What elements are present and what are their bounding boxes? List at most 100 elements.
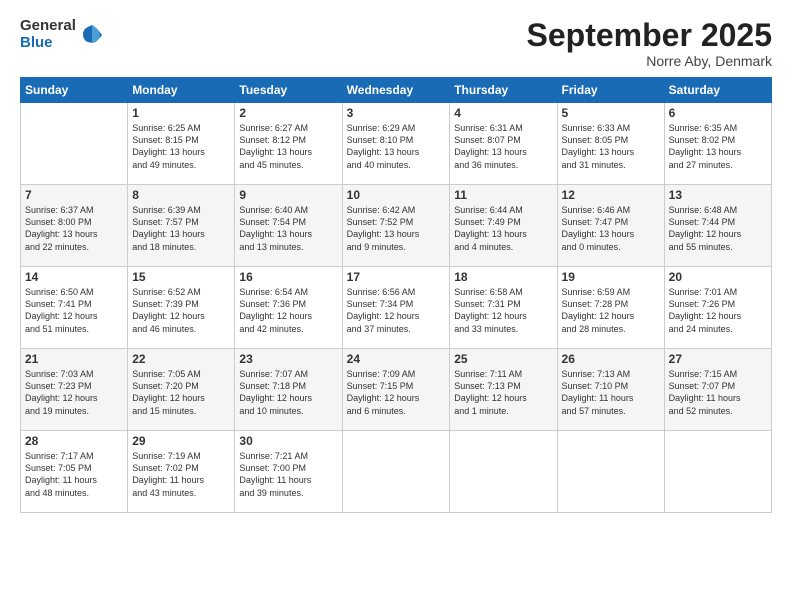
- header-saturday: Saturday: [664, 78, 771, 103]
- table-row: [664, 431, 771, 513]
- calendar-week-row: 21 Sunrise: 7:03 AM Sunset: 7:23 PM Dayli…: [21, 349, 772, 431]
- day-info: Sunrise: 7:21 AM Sunset: 7:00 PM Dayligh…: [239, 450, 337, 499]
- title-block: September 2025 Norre Aby, Denmark: [527, 18, 772, 69]
- day-number: 24: [347, 352, 446, 366]
- day-info: Sunrise: 6:58 AM Sunset: 7:31 PM Dayligh…: [454, 286, 552, 335]
- day-info: Sunrise: 6:54 AM Sunset: 7:36 PM Dayligh…: [239, 286, 337, 335]
- day-number: 15: [132, 270, 230, 284]
- day-info: Sunrise: 7:11 AM Sunset: 7:13 PM Dayligh…: [454, 368, 552, 417]
- location: Norre Aby, Denmark: [527, 53, 772, 69]
- day-number: 6: [669, 106, 767, 120]
- day-info: Sunrise: 6:33 AM Sunset: 8:05 PM Dayligh…: [562, 122, 660, 171]
- day-number: 3: [347, 106, 446, 120]
- table-row: 17 Sunrise: 6:56 AM Sunset: 7:34 PM Dayli…: [342, 267, 450, 349]
- day-number: 12: [562, 188, 660, 202]
- day-number: 11: [454, 188, 552, 202]
- day-number: 20: [669, 270, 767, 284]
- day-number: 7: [25, 188, 123, 202]
- table-row: 8Sunrise: 6:39 AM Sunset: 7:57 PM Daylig…: [128, 185, 235, 267]
- day-number: 26: [562, 352, 660, 366]
- day-number: 8: [132, 188, 230, 202]
- day-number: 23: [239, 352, 337, 366]
- table-row: 19Sunrise: 6:59 AM Sunset: 7:28 PM Dayli…: [557, 267, 664, 349]
- table-row: 24 Sunrise: 7:09 AM Sunset: 7:15 PM Dayli…: [342, 349, 450, 431]
- logo-blue: Blue: [20, 35, 76, 52]
- table-row: 2Sunrise: 6:27 AM Sunset: 8:12 PM Daylig…: [235, 103, 342, 185]
- header-sunday: Sunday: [21, 78, 128, 103]
- table-row: 5 Sunrise: 6:33 AM Sunset: 8:05 PM Daylig…: [557, 103, 664, 185]
- table-row: 13 Sunrise: 6:48 AM Sunset: 7:44 PM Dayli…: [664, 185, 771, 267]
- day-info: Sunrise: 7:17 AM Sunset: 7:05 PM Dayligh…: [25, 450, 123, 499]
- table-row: [557, 431, 664, 513]
- day-info: Sunrise: 7:07 AM Sunset: 7:18 PM Dayligh…: [239, 368, 337, 417]
- day-info: Sunrise: 6:50 AM Sunset: 7:41 PM Dayligh…: [25, 286, 123, 335]
- day-info: Sunrise: 6:25 AM Sunset: 8:15 PM Dayligh…: [132, 122, 230, 171]
- day-info: Sunrise: 6:40 AM Sunset: 7:54 PM Dayligh…: [239, 204, 337, 253]
- calendar-week-row: 7 Sunrise: 6:37 AM Sunset: 8:00 PM Daylig…: [21, 185, 772, 267]
- table-row: 4Sunrise: 6:31 AM Sunset: 8:07 PM Daylig…: [450, 103, 557, 185]
- header-wednesday: Wednesday: [342, 78, 450, 103]
- day-info: Sunrise: 7:05 AM Sunset: 7:20 PM Dayligh…: [132, 368, 230, 417]
- day-info: Sunrise: 6:48 AM Sunset: 7:44 PM Dayligh…: [669, 204, 767, 253]
- day-info: Sunrise: 6:56 AM Sunset: 7:34 PM Dayligh…: [347, 286, 446, 335]
- day-info: Sunrise: 6:44 AM Sunset: 7:49 PM Dayligh…: [454, 204, 552, 253]
- day-number: 9: [239, 188, 337, 202]
- day-number: 14: [25, 270, 123, 284]
- calendar-week-row: 14 Sunrise: 6:50 AM Sunset: 7:41 PM Dayli…: [21, 267, 772, 349]
- day-number: 22: [132, 352, 230, 366]
- table-row: 26 Sunrise: 7:13 AM Sunset: 7:10 PM Dayli…: [557, 349, 664, 431]
- day-info: Sunrise: 7:15 AM Sunset: 7:07 PM Dayligh…: [669, 368, 767, 417]
- table-row: 21 Sunrise: 7:03 AM Sunset: 7:23 PM Dayli…: [21, 349, 128, 431]
- table-row: 12 Sunrise: 6:46 AM Sunset: 7:47 PM Dayli…: [557, 185, 664, 267]
- page-header: General Blue September 2025 Norre Aby, D…: [20, 18, 772, 69]
- day-info: Sunrise: 6:37 AM Sunset: 8:00 PM Dayligh…: [25, 204, 123, 253]
- calendar-header-row: Sunday Monday Tuesday Wednesday Thursday…: [21, 78, 772, 103]
- table-row: 18 Sunrise: 6:58 AM Sunset: 7:31 PM Dayli…: [450, 267, 557, 349]
- day-number: 5: [562, 106, 660, 120]
- day-info: Sunrise: 6:31 AM Sunset: 8:07 PM Dayligh…: [454, 122, 552, 171]
- table-row: 25 Sunrise: 7:11 AM Sunset: 7:13 PM Dayli…: [450, 349, 557, 431]
- header-tuesday: Tuesday: [235, 78, 342, 103]
- day-info: Sunrise: 6:42 AM Sunset: 7:52 PM Dayligh…: [347, 204, 446, 253]
- day-info: Sunrise: 6:35 AM Sunset: 8:02 PM Dayligh…: [669, 122, 767, 171]
- table-row: 10 Sunrise: 6:42 AM Sunset: 7:52 PM Dayli…: [342, 185, 450, 267]
- day-info: Sunrise: 6:46 AM Sunset: 7:47 PM Dayligh…: [562, 204, 660, 253]
- day-number: 29: [132, 434, 230, 448]
- day-number: 1: [132, 106, 230, 120]
- table-row: 29Sunrise: 7:19 AM Sunset: 7:02 PM Dayli…: [128, 431, 235, 513]
- table-row: 27 Sunrise: 7:15 AM Sunset: 7:07 PM Dayli…: [664, 349, 771, 431]
- table-row: 30 Sunrise: 7:21 AM Sunset: 7:00 PM Dayli…: [235, 431, 342, 513]
- table-row: 1 Sunrise: 6:25 AM Sunset: 8:15 PM Daylig…: [128, 103, 235, 185]
- table-row: [21, 103, 128, 185]
- day-number: 27: [669, 352, 767, 366]
- table-row: [450, 431, 557, 513]
- day-number: 30: [239, 434, 337, 448]
- logo: General Blue: [20, 18, 106, 51]
- day-info: Sunrise: 7:01 AM Sunset: 7:26 PM Dayligh…: [669, 286, 767, 335]
- day-info: Sunrise: 7:09 AM Sunset: 7:15 PM Dayligh…: [347, 368, 446, 417]
- logo-icon: [78, 21, 106, 49]
- table-row: 16Sunrise: 6:54 AM Sunset: 7:36 PM Dayli…: [235, 267, 342, 349]
- day-number: 19: [562, 270, 660, 284]
- day-number: 28: [25, 434, 123, 448]
- header-friday: Friday: [557, 78, 664, 103]
- calendar-week-row: 1 Sunrise: 6:25 AM Sunset: 8:15 PM Daylig…: [21, 103, 772, 185]
- header-thursday: Thursday: [450, 78, 557, 103]
- calendar-week-row: 28 Sunrise: 7:17 AM Sunset: 7:05 PM Dayli…: [21, 431, 772, 513]
- day-number: 18: [454, 270, 552, 284]
- table-row: 6 Sunrise: 6:35 AM Sunset: 8:02 PM Daylig…: [664, 103, 771, 185]
- day-info: Sunrise: 6:52 AM Sunset: 7:39 PM Dayligh…: [132, 286, 230, 335]
- table-row: [342, 431, 450, 513]
- table-row: 7 Sunrise: 6:37 AM Sunset: 8:00 PM Daylig…: [21, 185, 128, 267]
- day-info: Sunrise: 7:03 AM Sunset: 7:23 PM Dayligh…: [25, 368, 123, 417]
- day-number: 17: [347, 270, 446, 284]
- day-number: 10: [347, 188, 446, 202]
- table-row: 9 Sunrise: 6:40 AM Sunset: 7:54 PM Daylig…: [235, 185, 342, 267]
- day-number: 13: [669, 188, 767, 202]
- day-info: Sunrise: 7:13 AM Sunset: 7:10 PM Dayligh…: [562, 368, 660, 417]
- day-number: 21: [25, 352, 123, 366]
- table-row: 3Sunrise: 6:29 AM Sunset: 8:10 PM Daylig…: [342, 103, 450, 185]
- day-number: 2: [239, 106, 337, 120]
- logo-general: General: [20, 18, 76, 35]
- day-number: 25: [454, 352, 552, 366]
